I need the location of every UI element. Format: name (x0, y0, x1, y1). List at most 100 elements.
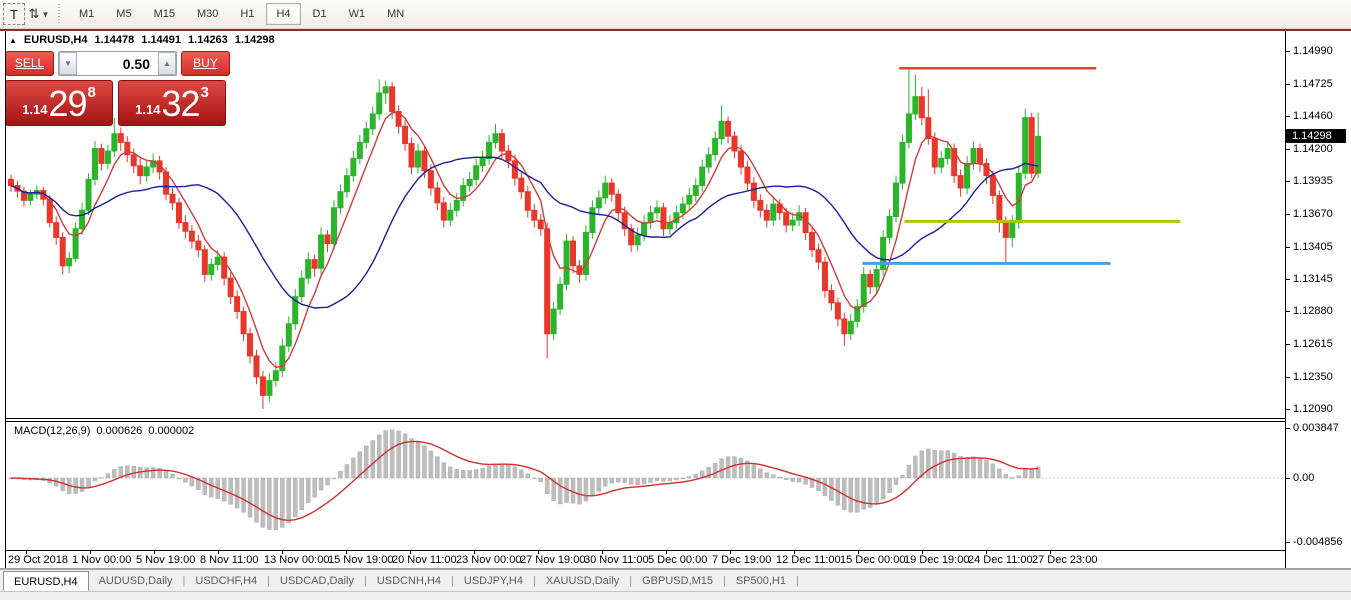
price-tick (1286, 377, 1290, 378)
time-label: 5 Nov 19:00 (136, 554, 195, 566)
chart-header: ▲ EURUSD,H4 1.14478 1.14491 1.14263 1.14… (9, 34, 275, 46)
price-tick-label: 1.14460 (1293, 110, 1333, 122)
triangle-down-icon: ▼ (64, 59, 72, 68)
text-label-tool-button[interactable]: T (3, 3, 25, 25)
price-tick (1286, 311, 1290, 312)
time-label: 13 Nov 00:00 (264, 554, 329, 566)
macd-tick (1286, 478, 1290, 479)
time-label: 5 Dec 00:00 (648, 554, 707, 566)
price-tick-label: 1.13935 (1293, 175, 1333, 187)
tab-usdjpy-h4[interactable]: USDJPY,H4 (454, 571, 533, 591)
tab-usdcnh-h4[interactable]: USDCNH,H4 (367, 571, 451, 591)
ohlc-close: 1.14298 (235, 34, 275, 46)
timeframe-h1[interactable]: H1 (230, 3, 264, 25)
triangle-up-icon: ▲ (163, 59, 171, 68)
price-tick-label: 1.12615 (1293, 338, 1333, 350)
buy-button[interactable]: BUY (181, 51, 230, 76)
price-tick (1286, 181, 1290, 182)
buy-price-pip: 3 (201, 84, 209, 101)
chart-tabs-bar: EURUSD,H4AUDUSD,Daily|USDCHF,H4|USDCAD,D… (0, 570, 1351, 592)
macd-label: MACD(12,26,9) 0.000626 0.000002 (14, 425, 194, 437)
price-tick-label: 1.13145 (1293, 273, 1333, 285)
price-tick (1286, 116, 1290, 117)
text-tool-icon: T (10, 7, 18, 22)
ohlc-low: 1.14263 (188, 34, 228, 46)
time-label: 15 Nov 19:00 (328, 554, 393, 566)
macd-tick-label: 0.003847 (1293, 422, 1339, 434)
time-label: 8 Nov 11:00 (200, 554, 259, 566)
volume-input[interactable] (77, 52, 158, 75)
tab-usdchf-h4[interactable]: USDCHF,H4 (185, 571, 267, 591)
sell-button[interactable]: SELL (5, 51, 54, 76)
price-tick (1286, 279, 1290, 280)
sell-price-main: 29 (48, 87, 86, 121)
timeframe-m1[interactable]: M1 (69, 3, 104, 25)
tab-gbpusd-m15[interactable]: GBPUSD,M15 (632, 571, 723, 591)
buy-price-main: 32 (161, 87, 199, 121)
volume-decrease-button[interactable]: ▼ (59, 52, 77, 75)
timeframe-d1[interactable]: D1 (303, 3, 337, 25)
buy-price-prefix: 1.14 (135, 102, 160, 117)
time-label: 20 Nov 11:00 (392, 554, 457, 566)
buy-price-display[interactable]: 1.14 32 3 (118, 80, 226, 126)
price-tick (1286, 84, 1290, 85)
timeframe-h4[interactable]: H4 (266, 3, 300, 25)
tab-eurusd-h4[interactable]: EURUSD,H4 (3, 571, 89, 591)
time-label: 7 Dec 19:00 (712, 554, 771, 566)
volume-stepper: ▼ ▲ (58, 51, 177, 76)
current-price-marker: 1.14298 (1286, 129, 1346, 143)
time-label: 15 Dec 00:00 (840, 554, 905, 566)
macd-tick (1286, 542, 1290, 543)
timeframe-m15[interactable]: M15 (144, 3, 185, 25)
pane-splitter[interactable] (5, 418, 1285, 419)
price-tick-label: 1.12350 (1293, 371, 1333, 383)
price-tick (1286, 409, 1290, 410)
chart-window: ▲ EURUSD,H4 1.14478 1.14491 1.14263 1.14… (0, 31, 1351, 568)
price-tick (1286, 344, 1290, 345)
volume-increase-button[interactable]: ▲ (158, 52, 176, 75)
tab-separator: | (796, 575, 799, 587)
symbol-period-label: EURUSD,H4 (24, 34, 88, 46)
tab-usdcad-daily[interactable]: USDCAD,Daily (270, 571, 364, 591)
timeframe-mn[interactable]: MN (377, 3, 414, 25)
sell-price-display[interactable]: 1.14 29 8 (5, 80, 113, 126)
time-label: 27 Nov 19:00 (520, 554, 585, 566)
price-tick-label: 1.14200 (1293, 143, 1333, 155)
price-tick-label: 1.13405 (1293, 241, 1333, 253)
timeframe-m5[interactable]: M5 (106, 3, 141, 25)
time-label: 1 Nov 00:00 (72, 554, 131, 566)
price-axis[interactable]: 1.149901.147251.144601.142001.139351.136… (1286, 31, 1351, 418)
price-tick-label: 1.14725 (1293, 78, 1333, 90)
time-label: 24 Dec 11:00 (968, 554, 1033, 566)
price-tick (1286, 214, 1290, 215)
price-tick-label: 1.12880 (1293, 305, 1333, 317)
time-axis[interactable]: 29 Oct 20181 Nov 00:005 Nov 19:008 Nov 1… (0, 551, 1351, 568)
plot-left-frame (5, 31, 6, 568)
ohlc-high: 1.14491 (141, 34, 181, 46)
timeframe-bar: M1M5M15M30H1H4D1W1MN (69, 3, 416, 25)
collapse-triangle-icon: ▲ (9, 36, 17, 45)
status-strip (0, 592, 1351, 600)
time-label: 19 Dec 19:00 (904, 554, 969, 566)
timeframe-w1[interactable]: W1 (339, 3, 376, 25)
time-label: 30 Nov 11:00 (584, 554, 649, 566)
time-label: 27 Dec 23:00 (1032, 554, 1097, 566)
timeframe-m30[interactable]: M30 (187, 3, 228, 25)
plot-right-frame (1285, 31, 1286, 568)
sort-arrows-icon: ⇅ (29, 6, 40, 22)
macd-name: MACD(12,26,9) (14, 425, 90, 437)
arrange-charts-button[interactable]: ⇅ ▼ (28, 3, 50, 25)
macd-tick-label: 0.00 (1293, 472, 1314, 484)
time-label: 12 Dec 11:00 (776, 554, 841, 566)
price-tick-label: 1.13670 (1293, 208, 1333, 220)
tab-audusd-daily[interactable]: AUDUSD,Daily (89, 571, 183, 591)
macd-plot (5, 422, 1285, 550)
macd-indicator-pane[interactable]: MACD(12,26,9) 0.000626 0.000002 (5, 422, 1285, 550)
price-tick (1286, 247, 1290, 248)
tab-sp500-h1[interactable]: SP500,H1 (726, 571, 796, 591)
time-label: 23 Nov 00:00 (456, 554, 521, 566)
macd-tick (1286, 428, 1290, 429)
tab-xauusd-daily[interactable]: XAUUSD,Daily (536, 571, 629, 591)
top-toolbar: T ⇅ ▼ M1M5M15M30H1H4D1W1MN (0, 0, 1351, 29)
toolbar-grip (58, 4, 63, 24)
